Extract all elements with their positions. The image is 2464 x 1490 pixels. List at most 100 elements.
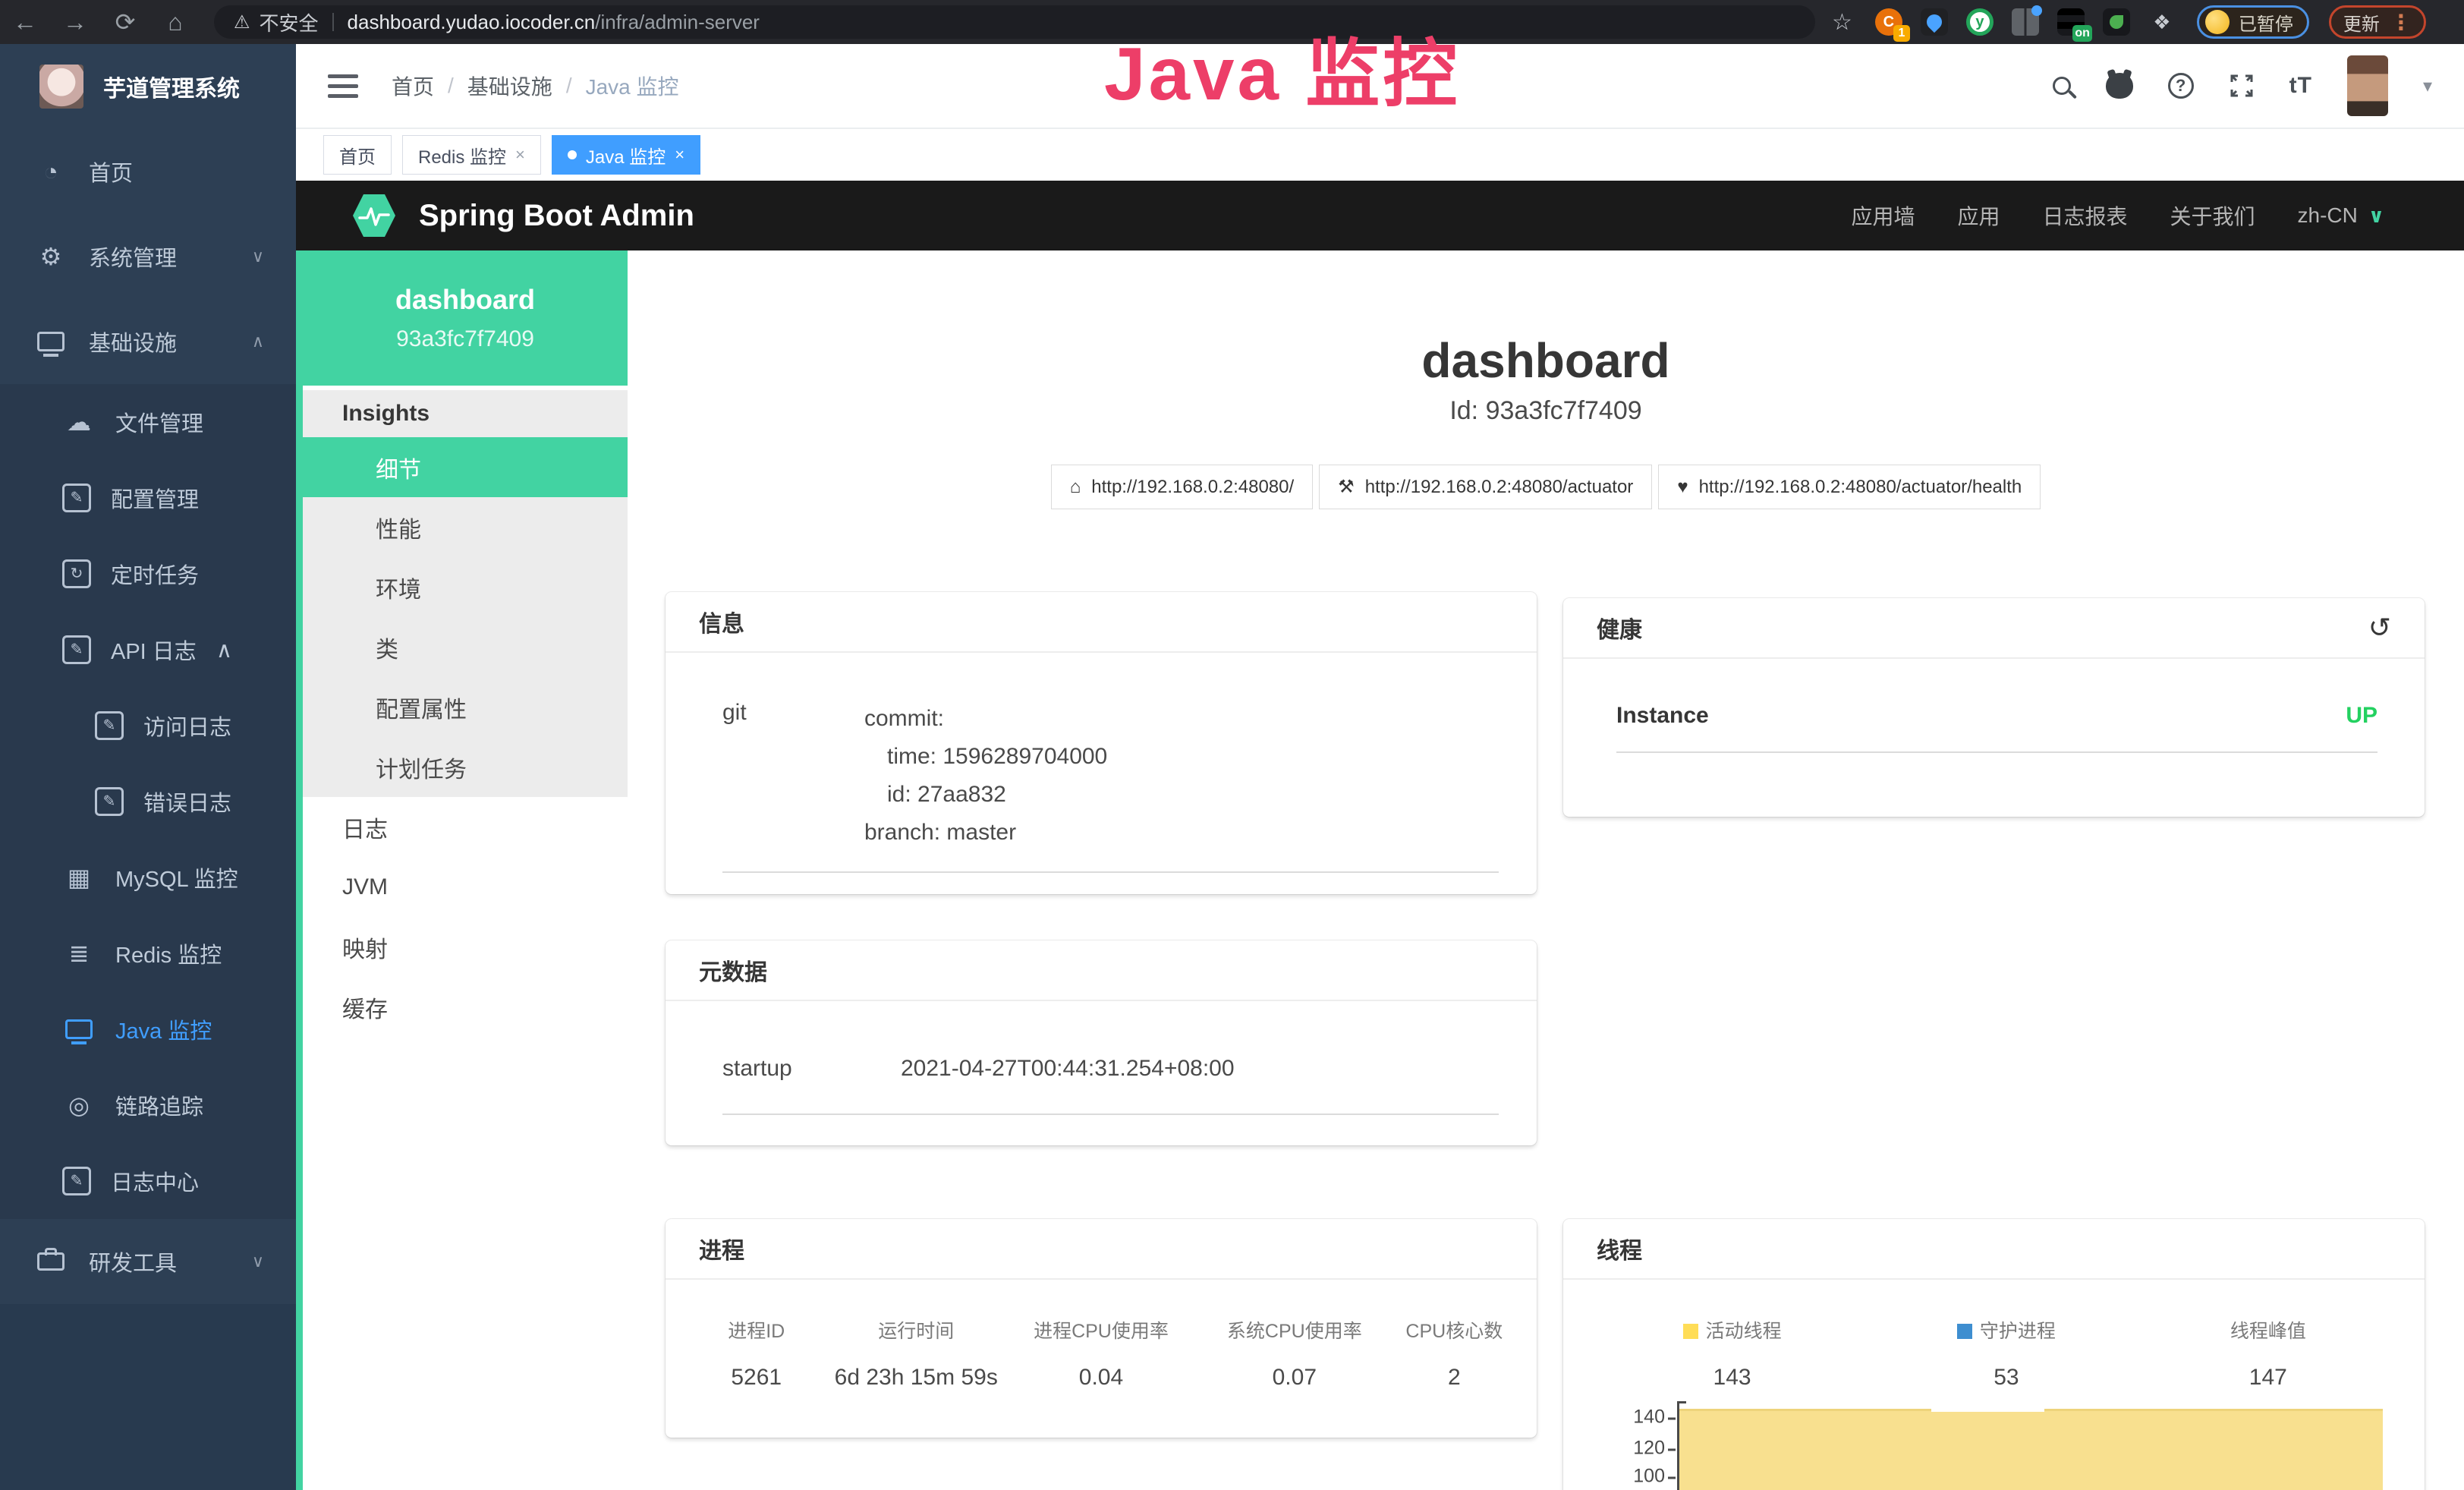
sba-content: dashboard Id: 93a3fc7f7409 ⌂ http://192.… xyxy=(628,250,2464,1490)
app-title: 芋道管理系统 xyxy=(103,70,240,103)
sidebar-item-access-log[interactable]: ✎ 访问日志 xyxy=(0,688,296,764)
info-card-title: 信息 xyxy=(666,592,1537,653)
user-menu-caret-icon[interactable]: ▾ xyxy=(2423,75,2432,97)
font-size-icon[interactable]: tT xyxy=(2289,73,2312,99)
sidebar-item-label: 链路追踪 xyxy=(115,1089,203,1121)
sidebar-item-system-mgmt[interactable]: ⚙ 系统管理 ∨ xyxy=(0,214,296,299)
sba-menu-mappings[interactable]: 映射 xyxy=(303,917,628,977)
sidebar-item-tracing[interactable]: ◎ 链路追踪 xyxy=(0,1067,296,1143)
sidebar-item-redis-monitor[interactable]: ≣ Redis 监控 xyxy=(0,915,296,991)
extension-icon-pin[interactable] xyxy=(1921,8,1948,36)
sba-nav-applications[interactable]: 应用 xyxy=(1957,200,2000,231)
y-tick-140: 140 xyxy=(1633,1407,1677,1429)
sidebar-item-api-log[interactable]: ✎ API 日志 ∧ xyxy=(0,612,296,688)
legend-peak: 线程峰值 xyxy=(2127,1316,2409,1344)
heart-icon: ♥ xyxy=(1677,477,1688,498)
sba-insights-label: Insights xyxy=(303,390,628,437)
main-area: 首页 / 基础设施 / Java 监控 ? tT ▾ 首页 xyxy=(296,44,2464,1490)
sba-menu-jvm[interactable]: JVM xyxy=(303,857,628,917)
sba-menu-config-properties[interactable]: 配置属性 xyxy=(303,677,628,737)
cloud-upload-icon: ☁ xyxy=(62,408,96,436)
extension-icon-leaf[interactable] xyxy=(2103,8,2130,36)
health-card-title: 健康 xyxy=(1597,611,1642,644)
sba-menu-classes[interactable]: 类 xyxy=(303,617,628,677)
breadcrumb-home[interactable]: 首页 xyxy=(392,71,434,101)
sidebar-filler xyxy=(0,1304,296,1490)
update-label: 更新 xyxy=(2343,9,2380,36)
sidebar-item-label: 研发工具 xyxy=(89,1246,177,1277)
history-icon[interactable]: ↺ xyxy=(2368,612,2391,644)
address-bar[interactable]: ⚠ 不安全 dashboard.yudao.iocoder.cn /infra/… xyxy=(214,5,1815,39)
sidebar-item-mysql-monitor[interactable]: ▦ MySQL 监控 xyxy=(0,840,296,915)
process-cpu: 0.04 xyxy=(1000,1365,1202,1391)
tab-java-monitor[interactable]: Java 监控 × xyxy=(552,135,700,175)
sba-nav-about[interactable]: 关于我们 xyxy=(2170,200,2255,231)
bookmark-star-icon[interactable]: ☆ xyxy=(1832,9,1852,36)
tab-redis-monitor[interactable]: Redis 监控 × xyxy=(402,135,541,175)
actuator-url-chip[interactable]: ⚒ http://192.168.0.2:48080/actuator xyxy=(1319,465,1652,509)
health-row[interactable]: Instance UP xyxy=(1616,703,2377,729)
extension-y-letter: y xyxy=(1975,14,1984,31)
sidebar-item-file-mgmt[interactable]: ☁ 文件管理 xyxy=(0,384,296,460)
fullscreen-icon[interactable] xyxy=(2229,73,2255,99)
sba-menu-environment[interactable]: 环境 xyxy=(303,557,628,617)
instance-links: ⌂ http://192.168.0.2:48080/ ⚒ http://192… xyxy=(628,465,2464,509)
divider xyxy=(722,871,1499,873)
sidebar-item-java-monitor[interactable]: Java 监控 xyxy=(0,991,296,1067)
sba-nav-wall[interactable]: 应用墙 xyxy=(1851,200,1915,231)
y-tick-100: 100 xyxy=(1633,1466,1677,1488)
browser-menu-icon[interactable]: ⋮ xyxy=(2390,10,2412,35)
page-title: dashboard xyxy=(628,332,2464,389)
monitor-icon xyxy=(65,1019,93,1039)
service-url-chip[interactable]: ⌂ http://192.168.0.2:48080/ xyxy=(1051,465,1313,509)
tags-view: 首页 Redis 监控 × Java 监控 × xyxy=(296,129,2464,181)
sidebar-item-infrastructure[interactable]: 基础设施 ∧ xyxy=(0,299,296,384)
sba-brand[interactable]: Spring Boot Admin xyxy=(351,192,694,239)
sba-instance-header[interactable]: dashboard 93a3fc7f7409 xyxy=(303,250,628,386)
health-url-chip[interactable]: ♥ http://192.168.0.2:48080/actuator/heal… xyxy=(1658,465,2041,509)
browser-update-button[interactable]: 更新 ⋮ xyxy=(2329,5,2426,39)
extensions-puzzle-icon[interactable]: ❖ xyxy=(2148,8,2176,36)
process-card-title: 进程 xyxy=(666,1219,1537,1280)
sba-language-select[interactable]: zh-CN ∨ xyxy=(2298,203,2384,228)
sba-nav-journal[interactable]: 日志报表 xyxy=(2043,200,2128,231)
close-icon[interactable]: × xyxy=(675,145,684,165)
sidebar-toggle[interactable] xyxy=(328,74,358,98)
not-secure-icon: ⚠ xyxy=(234,11,250,33)
sba-menu-logs[interactable]: 日志 xyxy=(303,797,628,857)
close-icon[interactable]: × xyxy=(515,145,525,165)
sba-sidebar: dashboard 93a3fc7f7409 Insights 细节 性能 环境… xyxy=(303,250,628,1490)
breadcrumb-infrastructure[interactable]: 基础设施 xyxy=(467,71,552,101)
tab-home[interactable]: 首页 xyxy=(323,135,392,175)
extension-icon-switch[interactable]: on xyxy=(2057,8,2085,36)
sba-menu-metrics[interactable]: 性能 xyxy=(303,497,628,557)
browser-back-icon[interactable]: ← xyxy=(0,8,50,36)
browser-forward-icon[interactable]: → xyxy=(50,8,100,36)
sidebar-item-scheduled-jobs[interactable]: ↻ 定时任务 xyxy=(0,536,296,612)
sidebar-item-home[interactable]: ◔ 首页 xyxy=(0,129,296,214)
sidebar-item-label: 错误日志 xyxy=(143,786,231,817)
sidebar-item-config-mgmt[interactable]: ✎ 配置管理 xyxy=(0,460,296,536)
help-icon[interactable]: ? xyxy=(2168,73,2194,99)
search-icon[interactable] xyxy=(2053,77,2071,95)
sba-menu-scheduled-tasks[interactable]: 计划任务 xyxy=(303,737,628,797)
sidebar-item-dev-tools[interactable]: 研发工具 ∨ xyxy=(0,1219,296,1304)
sba-menu-details[interactable]: 细节 xyxy=(303,437,628,497)
profile-paused-chip[interactable]: 已暂停 xyxy=(2197,5,2309,39)
sidebar-item-error-log[interactable]: ✎ 错误日志 xyxy=(0,764,296,840)
area-notch xyxy=(1931,1409,2044,1412)
github-icon[interactable] xyxy=(2106,73,2133,99)
browser-reload-icon[interactable]: ⟳ xyxy=(100,8,150,36)
info-value: commit: time: 1596289704000 id: 27aa832 … xyxy=(864,700,1107,852)
extension-on-badge: on xyxy=(2072,25,2092,42)
extension-icon-orange[interactable]: C1 xyxy=(1875,8,1902,36)
sba-menu-caches[interactable]: 缓存 xyxy=(303,977,628,1037)
extension-icon-y[interactable]: y xyxy=(1966,8,1994,36)
browser-home-icon[interactable]: ⌂ xyxy=(150,8,200,36)
extension-icon-grid[interactable] xyxy=(2012,8,2039,36)
user-avatar[interactable] xyxy=(2347,55,2388,116)
sidebar-item-log-center[interactable]: ✎ 日志中心 xyxy=(0,1143,296,1219)
threads-chart: 140 120 100 xyxy=(1677,1401,2383,1490)
actuator-url: http://192.168.0.2:48080/actuator xyxy=(1365,477,1634,498)
not-secure-label[interactable]: 不安全 xyxy=(260,8,319,36)
